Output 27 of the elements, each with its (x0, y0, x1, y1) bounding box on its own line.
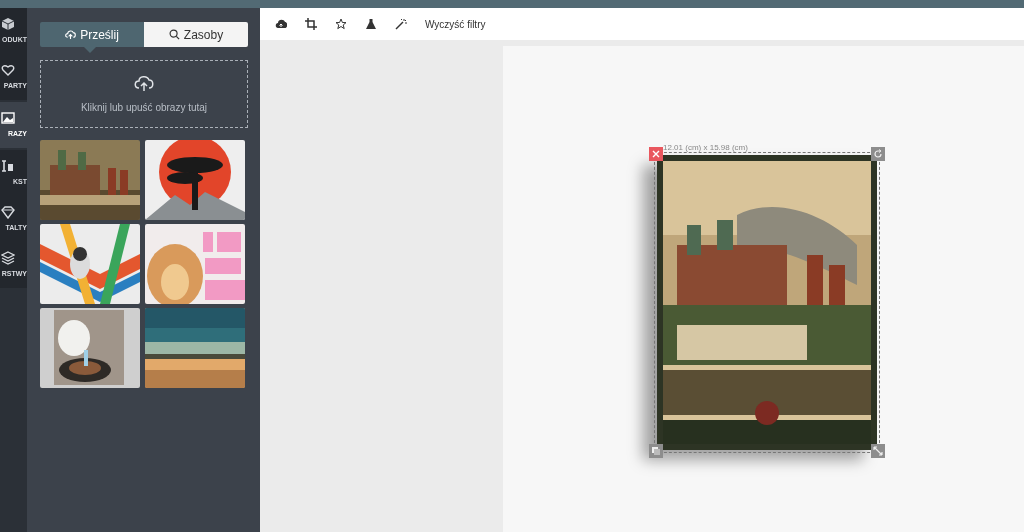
resize-handle[interactable] (871, 444, 885, 458)
clear-filters-link[interactable]: Wyczyść filtry (425, 16, 486, 32)
flask-icon[interactable] (365, 18, 377, 30)
resize-icon (873, 446, 883, 456)
close-icon (651, 149, 661, 159)
tab-pointer (84, 47, 96, 53)
box-icon (1, 16, 15, 31)
copy-icon (651, 446, 661, 456)
rotate-handle[interactable] (871, 147, 885, 161)
cloud-upload-icon (65, 29, 77, 40)
heart-icon (1, 62, 15, 77)
layers-icon (1, 250, 15, 265)
magic-wand-icon[interactable] (395, 18, 407, 30)
delete-handle[interactable] (649, 147, 663, 161)
image-icon (1, 110, 15, 125)
cloud-icon[interactable] (275, 18, 287, 30)
rotate-icon (873, 149, 883, 159)
search-icon (168, 29, 180, 40)
star-icon[interactable] (335, 18, 347, 30)
upload-dropzone[interactable]: Kliknij lub upuść obrazy tutaj (40, 60, 248, 128)
diamond-icon (1, 204, 15, 219)
size-label: 12.01 (cm) x 15.98 (cm) (663, 142, 748, 154)
tab[interactable]: Zasoby (144, 22, 248, 47)
text-icon (1, 158, 15, 173)
cloud-upload-icon (134, 73, 154, 92)
crop-icon[interactable] (305, 18, 317, 30)
duplicate-handle[interactable] (649, 444, 663, 458)
